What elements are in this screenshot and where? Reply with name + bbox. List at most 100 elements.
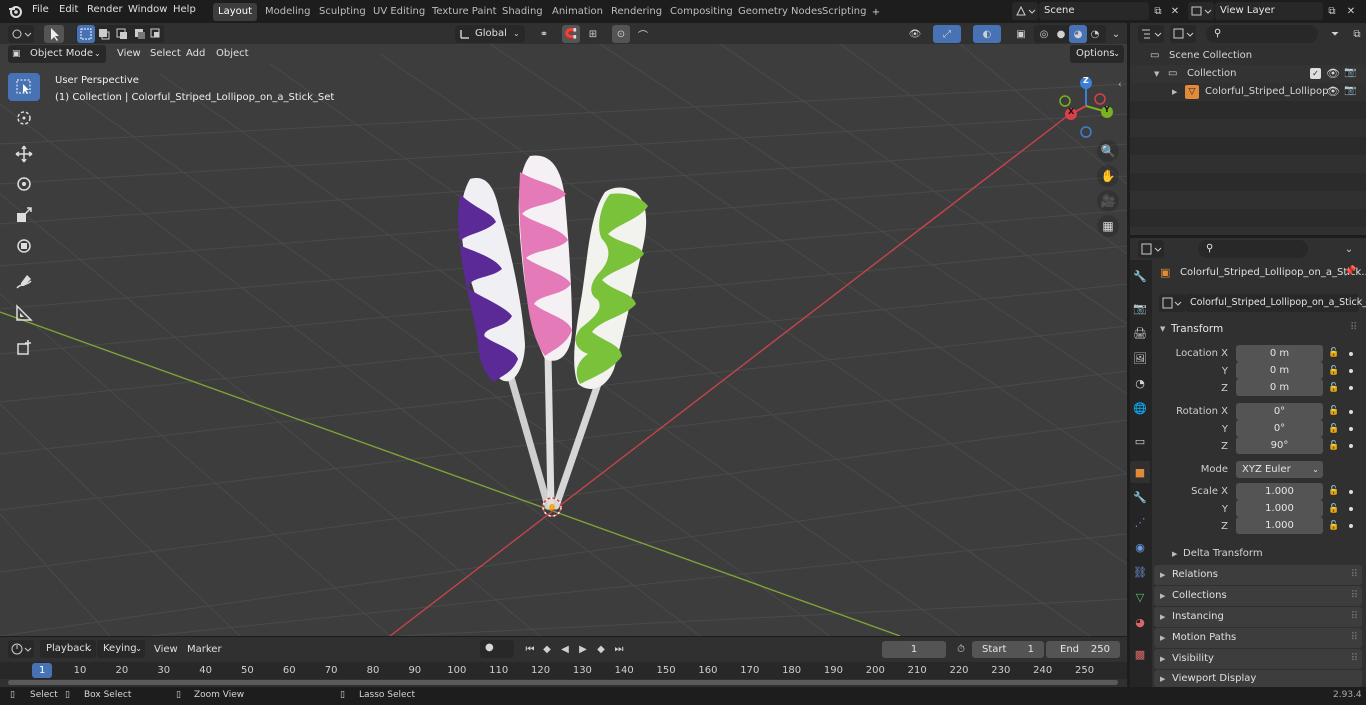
navigation-gizmo[interactable]: Z Y X <box>1055 74 1119 138</box>
rotation-x-field[interactable]: 0° <box>1236 403 1323 420</box>
end-frame-field[interactable]: End 250 <box>1046 641 1120 658</box>
add-cube-tool-icon[interactable] <box>8 334 40 362</box>
jump-keyframe-next-icon[interactable]: ◆ <box>592 640 610 658</box>
menu-view[interactable]: View <box>117 48 141 59</box>
transform-panel-header[interactable]: ▼ Transform ⠿ <box>1154 320 1366 338</box>
keyframe-dot-icon[interactable] <box>1349 490 1353 494</box>
expand-arrow-icon[interactable]: ▶ <box>1172 88 1177 96</box>
select-new-icon[interactable] <box>77 25 95 43</box>
camera-icon[interactable]: 📷 <box>1344 85 1356 96</box>
keyframe-dot-icon[interactable] <box>1349 410 1353 414</box>
drag-handle-icon[interactable]: ⠿ <box>1351 649 1358 669</box>
shading-options-chevron-icon[interactable]: ⌄ <box>1107 25 1125 43</box>
eye-icon[interactable]: 👁 <box>1326 67 1340 80</box>
workspace-tab-scripting[interactable]: Scripting <box>817 3 871 21</box>
sidebar-toggle-icon[interactable]: ‹ <box>1118 80 1122 90</box>
workspace-tab-layout[interactable]: Layout <box>213 3 257 21</box>
panel-viewport-display[interactable]: ▶ Viewport Display <box>1154 670 1362 687</box>
frame-ruler[interactable]: 1 10 20 30 40 50 60 70 80 90 100 110 120 130 140 150 160… <box>0 662 1127 679</box>
delete-view-layer-icon[interactable]: ✕ <box>1342 2 1360 20</box>
menu-object[interactable]: Object <box>216 48 249 59</box>
filter-icon[interactable]: ⏷ <box>1322 25 1348 43</box>
scale-y-field[interactable]: 1.000 <box>1236 500 1323 517</box>
menu-add[interactable]: Add <box>186 48 205 59</box>
menu-file[interactable]: File <box>32 4 49 15</box>
view-layer-field[interactable]: View Layer <box>1215 2 1323 20</box>
outliner-row-object[interactable]: ▶ ▽ Colorful_Striped_Lollipop 👁 📷 <box>1130 83 1366 101</box>
proportional-edit-icon[interactable]: ⊙ <box>612 25 630 43</box>
drag-handle-icon[interactable]: ⠿ <box>1351 628 1358 648</box>
menu-render[interactable]: Render <box>87 4 123 15</box>
select-box-tool-icon[interactable] <box>8 73 40 101</box>
location-y-field[interactable]: 0 m <box>1236 362 1323 379</box>
play-reverse-icon[interactable]: ◀ <box>556 640 574 658</box>
workspace-tab-rendering[interactable]: Rendering <box>606 3 667 21</box>
jump-start-icon[interactable]: ⏮ <box>521 640 539 658</box>
render-tab-icon[interactable]: 📷 <box>1130 297 1150 319</box>
keyframe-dot-icon[interactable] <box>1349 427 1353 431</box>
workspace-tab-compositing[interactable]: Compositing <box>665 3 738 21</box>
eye-icon[interactable]: 👁 <box>1326 85 1340 98</box>
preview-range-icon[interactable]: ⏱ <box>952 640 970 658</box>
workspace-tab-modeling[interactable]: Modeling <box>260 3 316 21</box>
current-frame-field[interactable]: 1 <box>882 641 946 658</box>
material-preview-icon[interactable]: ◕ <box>1069 25 1087 43</box>
outliner-search-input[interactable]: ⚲ <box>1206 25 1318 43</box>
lock-icon[interactable]: 🔓 <box>1328 424 1339 434</box>
lock-icon[interactable]: 🔓 <box>1328 406 1339 416</box>
jump-keyframe-prev-icon[interactable]: ◆ <box>538 640 556 658</box>
keyframe-dot-icon[interactable] <box>1349 507 1353 511</box>
playback-menu[interactable]: Playback ⌄ <box>40 640 96 658</box>
cursor-tool-icon[interactable] <box>44 25 64 43</box>
keying-menu[interactable]: Keying ⌄ <box>97 640 145 658</box>
pin-icon[interactable]: 📌 <box>1344 266 1356 277</box>
xray-toggle-icon[interactable]: ▣ <box>1012 25 1030 43</box>
lock-icon[interactable]: 🔓 <box>1328 441 1339 451</box>
select-intersect-icon[interactable] <box>147 25 165 43</box>
object-tab-icon[interactable]: ■ <box>1130 461 1150 483</box>
timeline-editor-type-icon[interactable] <box>8 640 34 658</box>
drag-handle-icon[interactable]: ⠿ <box>1350 322 1357 333</box>
scale-x-field[interactable]: 1.000 <box>1236 483 1323 500</box>
view-layer-selector-icon[interactable] <box>1188 2 1214 20</box>
keyframe-dot-icon[interactable] <box>1349 352 1353 356</box>
menu-edit[interactable]: Edit <box>59 4 78 15</box>
transform-orientation-dropdown[interactable]: Global ⌄ <box>455 25 525 43</box>
collection-tab-icon[interactable]: ▭ <box>1130 430 1150 452</box>
cursor-tool-icon[interactable] <box>8 104 40 132</box>
select-subtract-icon[interactable] <box>113 25 131 43</box>
camera-icon[interactable]: 📷 <box>1344 67 1356 78</box>
rendered-shading-icon[interactable]: ◔ <box>1086 25 1104 43</box>
material-tab-icon[interactable]: ◕ <box>1130 611 1150 633</box>
lock-icon[interactable]: 🔓 <box>1328 383 1339 393</box>
outliner-row-scene-collection[interactable]: ▭ Scene Collection <box>1130 47 1366 65</box>
constraints-tab-icon[interactable]: ⛓ <box>1130 561 1150 583</box>
exclude-checkbox[interactable]: ✓ <box>1310 68 1321 79</box>
data-tab-icon[interactable]: ▽ <box>1130 586 1150 608</box>
outliner-row-collection[interactable]: ▼ ▭ Collection ✓ 👁 📷 <box>1130 65 1366 83</box>
panel-visibility[interactable]: ▶ Visibility ⠿ <box>1154 649 1362 669</box>
gizmo-toggle-icon[interactable]: ⤢ <box>933 25 961 43</box>
rotation-mode-dropdown[interactable]: XYZ Euler ⌄ <box>1236 461 1323 478</box>
wireframe-shading-icon[interactable]: ◎ <box>1035 25 1053 43</box>
start-frame-field[interactable]: Start 1 <box>972 641 1044 658</box>
timeline-scrollbar-thumb[interactable] <box>8 680 1118 685</box>
output-tab-icon[interactable]: 🖨 <box>1130 322 1150 344</box>
drag-handle-icon[interactable]: ⠿ <box>1351 565 1358 585</box>
annotate-tool-icon[interactable] <box>8 268 40 296</box>
panel-motion-paths[interactable]: ▶ Motion Paths ⠿ <box>1154 628 1362 648</box>
object-name-field[interactable]: Colorful_Striped_Lollipop_on_a_Stick_Set <box>1185 294 1366 312</box>
lollipop-set-model[interactable] <box>0 44 1127 636</box>
panel-instancing[interactable]: ▶ Instancing ⠿ <box>1154 607 1362 627</box>
panel-relations[interactable]: ▶ Relations ⠿ <box>1154 565 1362 585</box>
new-view-layer-icon[interactable]: ⧉ <box>1323 2 1341 20</box>
snap-toggle-icon[interactable]: 🧲 <box>562 25 580 43</box>
lock-icon[interactable]: 🔓 <box>1328 366 1339 376</box>
scale-tool-icon[interactable] <box>8 201 40 229</box>
perspective-toggle-icon[interactable]: ▦ <box>1097 215 1119 237</box>
editor-type-icon[interactable] <box>8 25 34 43</box>
location-z-field[interactable]: 0 m <box>1236 379 1323 396</box>
keyframe-dot-icon[interactable] <box>1349 369 1353 373</box>
measure-tool-icon[interactable] <box>8 299 40 327</box>
properties-options-icon[interactable]: ⌄ <box>1340 240 1358 258</box>
